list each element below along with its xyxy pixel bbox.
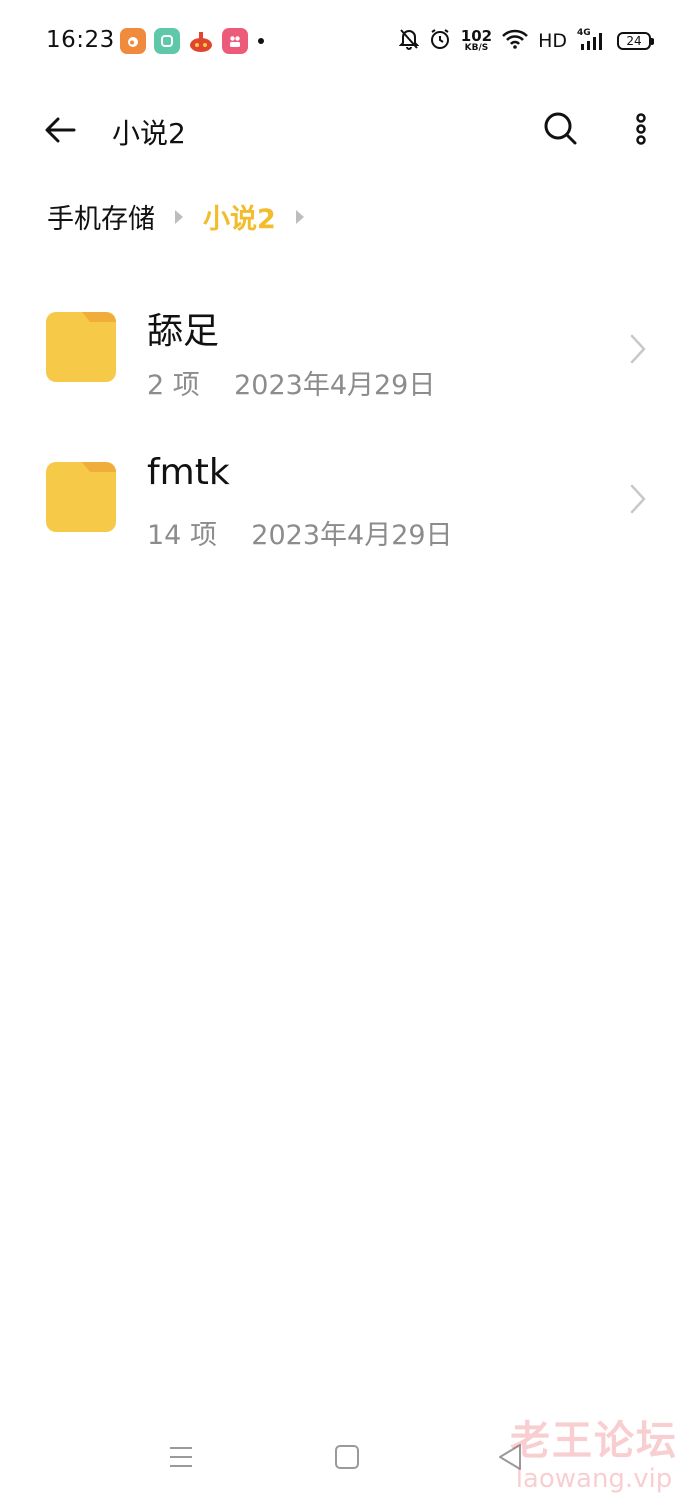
folder-item[interactable]: 舔足 2 项 2023年4月29日 [0, 270, 693, 420]
folder-meta: 14 项 2023年4月29日 [147, 513, 453, 552]
search-icon [544, 112, 577, 145]
hd-label: HD [538, 30, 567, 52]
folder-date: 2023年4月29日 [234, 370, 436, 401]
watermark-cn: 老王论坛 [510, 1417, 678, 1464]
notification-icons [120, 28, 264, 54]
watermark: 老王论坛 laowang.vip [504, 1408, 684, 1494]
breadcrumb-item-current[interactable]: 小说2 [203, 197, 276, 236]
breadcrumb-separator-icon [175, 209, 183, 224]
more-notifications-dot [258, 38, 264, 44]
alarm-icon [429, 28, 451, 54]
folder-date: 2023年4月29日 [251, 520, 453, 551]
home-icon[interactable] [335, 1445, 359, 1469]
breadcrumb-item-phone-storage[interactable]: 手机存储 [47, 197, 155, 236]
folder-icon [46, 462, 116, 532]
folder-count: 14 项 [147, 520, 217, 551]
pink-app-icon [222, 28, 248, 54]
folder-meta: 2 项 2023年4月29日 [147, 363, 435, 402]
signal-icon: 4G [577, 28, 607, 52]
status-time: 16:23 [46, 27, 115, 53]
watermark-en: laowang.vip [515, 1464, 673, 1494]
file-list: 舔足 2 项 2023年4月29日 fmtk 14 项 2023年4月29日 [0, 270, 693, 570]
more-vertical-icon [636, 113, 646, 145]
bell-off-icon [398, 28, 420, 54]
more-options-button[interactable] [626, 108, 656, 148]
search-button[interactable] [540, 108, 580, 148]
breadcrumb: 手机存储 小说2 [47, 197, 324, 236]
weibo-app-icon [120, 28, 146, 54]
chevron-right-icon [630, 334, 646, 364]
system-icons: 102 KB/S HD 4G 24 [398, 27, 654, 54]
status-bar: 16:23 102 KB/S HD 4G 24 [0, 0, 693, 86]
folder-name: fmtk [147, 452, 230, 493]
green-app-icon [154, 28, 180, 54]
back-arrow-icon [45, 117, 76, 143]
page-title: 小说2 [112, 117, 186, 150]
network-speed: 102 KB/S [460, 27, 493, 53]
folder-item[interactable]: fmtk 14 项 2023年4月29日 [0, 420, 693, 570]
battery-icon: 24 [617, 32, 654, 50]
wifi-icon [502, 29, 528, 53]
breadcrumb-separator-icon [295, 209, 304, 224]
back-button[interactable] [40, 110, 80, 150]
chevron-right-icon [630, 484, 646, 514]
menu-icon[interactable] [168, 1444, 194, 1470]
red-game-icon [188, 28, 214, 54]
top-app-bar: 小说2 [0, 96, 693, 164]
folder-name: 舔足 [147, 311, 220, 352]
folder-count: 2 项 [147, 370, 200, 401]
folder-icon [46, 312, 116, 382]
